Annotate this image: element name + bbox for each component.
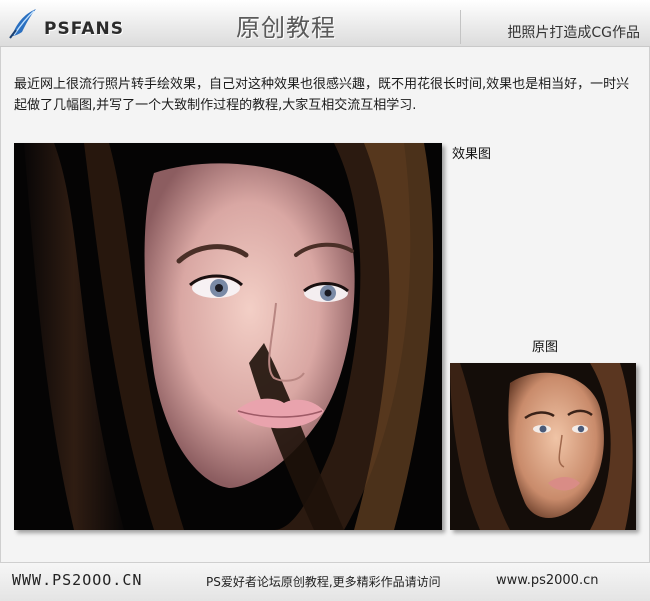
feather-logo-icon <box>6 6 40 40</box>
effect-image-label: 效果图 <box>452 147 492 162</box>
effect-image <box>14 143 442 530</box>
original-image-label: 原图 <box>532 340 559 355</box>
header-divider <box>460 10 461 44</box>
brand-logo-text: PSFANS <box>44 19 124 39</box>
page-title: 原创教程 <box>236 14 336 42</box>
footer-bar: WWW.PS2OOO.CN PS爱好者论坛原创教程,更多精彩作品请访问 www.… <box>0 562 650 601</box>
footer-slogan: PS爱好者论坛原创教程,更多精彩作品请访问 <box>206 575 441 589</box>
page-subtitle: 把照片打造成CG作品 <box>507 25 640 41</box>
header-bar: PSFANS 原创教程 把照片打造成CG作品 <box>0 0 650 47</box>
footer-url-link[interactable]: www.ps2000.cn <box>496 573 598 588</box>
footer-site-logo: WWW.PS2OOO.CN <box>12 571 143 589</box>
original-image <box>450 363 636 530</box>
intro-paragraph: 最近网上很流行照片转手绘效果，自己对这种效果也很感兴趣，既不用花很长时间,效果也… <box>14 77 630 113</box>
